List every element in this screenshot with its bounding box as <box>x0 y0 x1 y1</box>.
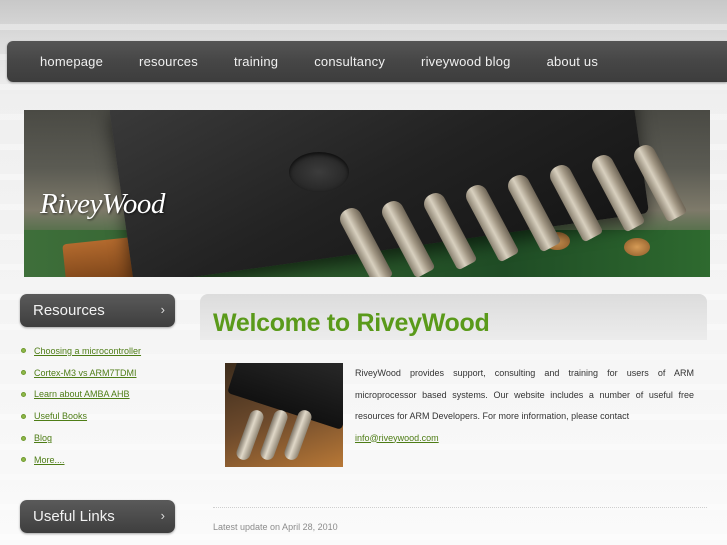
bullet-icon <box>21 391 26 397</box>
link-cortex-vs-arm7[interactable]: Cortex-M3 vs ARM7TDMI <box>34 368 137 378</box>
link-more[interactable]: More.... <box>34 455 65 465</box>
bullet-icon <box>21 370 26 376</box>
list-item: Blog <box>20 427 141 449</box>
list-item: Choosing a microcontroller <box>20 340 141 362</box>
nav-training[interactable]: training <box>234 54 278 69</box>
bullet-icon <box>21 348 26 354</box>
last-update-text: Latest update on April 28, 2010 <box>213 522 338 532</box>
link-amba-ahb[interactable]: Learn about AMBA AHB <box>34 389 130 399</box>
list-item: More.... <box>20 449 141 471</box>
nav-about-us[interactable]: about us <box>547 54 598 69</box>
main-nav: homepage resources training consultancy … <box>7 41 727 82</box>
resources-title: Resources <box>33 302 105 319</box>
site-logo: RiveyWood <box>40 188 165 220</box>
chip-photo <box>225 363 343 467</box>
useful-links-title: Useful Links <box>33 508 115 525</box>
list-item: Cortex-M3 vs ARM7TDMI <box>20 362 141 384</box>
bullet-icon <box>21 435 26 441</box>
banner-chip-dot <box>289 152 349 192</box>
contact-email-link[interactable]: info@riveywood.com <box>355 433 439 443</box>
nav-consultancy[interactable]: consultancy <box>314 54 385 69</box>
link-useful-books[interactable]: Useful Books <box>34 411 87 421</box>
link-choosing-microcontroller[interactable]: Choosing a microcontroller <box>34 346 141 356</box>
resources-header[interactable]: Resources › <box>20 294 175 327</box>
list-item: Learn about AMBA AHB <box>20 384 141 406</box>
header-banner: RiveyWood <box>24 110 710 277</box>
intro-paragraph: RiveyWood provides support, consulting a… <box>355 363 694 449</box>
nav-resources[interactable]: resources <box>139 54 198 69</box>
page-title: Welcome to RiveyWood <box>213 309 490 337</box>
content-divider <box>213 507 707 508</box>
list-item: Useful Books <box>20 405 141 427</box>
banner-pad <box>624 238 650 256</box>
chevron-right-icon: › <box>160 302 165 317</box>
intro-text: RiveyWood provides support, consulting a… <box>355 368 694 421</box>
nav-riveywood-blog[interactable]: riveywood blog <box>421 54 511 69</box>
chevron-right-icon: › <box>160 508 165 523</box>
nav-homepage[interactable]: homepage <box>40 54 103 69</box>
bullet-icon <box>21 413 26 419</box>
bullet-icon <box>21 457 26 463</box>
useful-links-header[interactable]: Useful Links › <box>20 500 175 533</box>
resources-list: Choosing a microcontroller Cortex-M3 vs … <box>20 340 141 471</box>
link-blog[interactable]: Blog <box>34 433 52 443</box>
